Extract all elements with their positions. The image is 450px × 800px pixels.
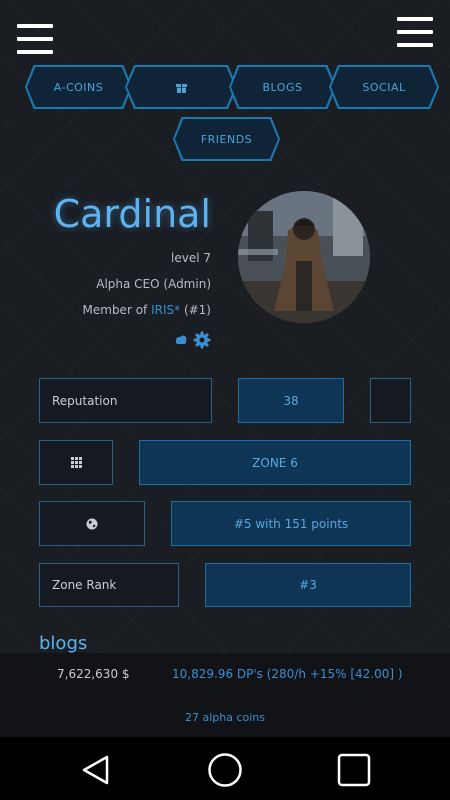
points-value: #5 with 151 points bbox=[233, 516, 349, 531]
avatar[interactable] bbox=[238, 191, 370, 323]
reputation-value-button[interactable]: 38 bbox=[238, 378, 344, 423]
member-prefix: Member of bbox=[82, 303, 152, 317]
reputation-label: Reputation bbox=[52, 393, 118, 408]
dp-balance: 10,829.96 DP's (280/h +15% [42.00] ) bbox=[172, 667, 403, 681]
member-suffix: (#1) bbox=[180, 303, 211, 317]
zone-rank-label: Zone Rank bbox=[52, 578, 117, 592]
profile-role: Alpha CEO (Admin) bbox=[96, 277, 211, 291]
tab-blogs[interactable]: BLOGS bbox=[229, 65, 336, 109]
status-bar: 7,622,630 $ 10,829.96 DP's (280/h +15% [… bbox=[0, 653, 450, 737]
tab-social[interactable]: SOCIAL bbox=[329, 65, 439, 109]
zone-grid-box[interactable] bbox=[39, 440, 113, 485]
globe-box[interactable] bbox=[39, 501, 145, 546]
tab-a-coins-label: A-COINS bbox=[27, 67, 130, 107]
tab-gift[interactable] bbox=[125, 65, 237, 109]
menu-right-button[interactable] bbox=[397, 17, 433, 47]
profile-membership: Member of IRIS* (#1) bbox=[0, 303, 211, 317]
profile-actions bbox=[0, 329, 211, 349]
tab-friends-label: FRIENDS bbox=[175, 119, 278, 159]
tab-a-coins[interactable]: A-COINS bbox=[25, 65, 132, 109]
cloud-icon[interactable] bbox=[174, 334, 188, 346]
reputation-value: 38 bbox=[283, 393, 299, 408]
menu-left-button[interactable] bbox=[17, 24, 53, 54]
reputation-extra-box[interactable] bbox=[370, 378, 411, 423]
alpha-coins: 27 alpha coins bbox=[184, 711, 266, 724]
profile-name: Cardinal bbox=[53, 192, 211, 236]
system-nav-bar bbox=[0, 737, 450, 800]
recents-icon[interactable] bbox=[337, 753, 371, 787]
reputation-label-box: Reputation bbox=[39, 378, 212, 423]
avatar-image bbox=[238, 191, 370, 323]
blogs-section-title: blogs bbox=[39, 633, 88, 654]
tab-blogs-label: BLOGS bbox=[231, 67, 334, 107]
back-icon[interactable] bbox=[80, 754, 112, 786]
gift-icon bbox=[175, 83, 187, 93]
money-balance: 7,622,630 $ bbox=[57, 667, 130, 681]
zone-value: ZONE 6 bbox=[252, 455, 298, 470]
member-group-link[interactable]: IRIS* bbox=[151, 303, 180, 317]
tab-social-label: SOCIAL bbox=[331, 67, 437, 107]
zone-rank-label-box: Zone Rank bbox=[39, 563, 179, 607]
home-icon[interactable] bbox=[207, 752, 243, 788]
zone-rank-value: #3 bbox=[299, 578, 317, 592]
zone-rank-button[interactable]: #3 bbox=[205, 563, 411, 607]
tab-friends[interactable]: FRIENDS bbox=[173, 117, 280, 161]
grid-icon bbox=[70, 457, 82, 468]
zone-button[interactable]: ZONE 6 bbox=[139, 440, 411, 485]
points-button[interactable]: #5 with 151 points bbox=[171, 501, 411, 546]
profile-level: level 7 bbox=[171, 251, 211, 265]
globe-icon bbox=[86, 518, 98, 529]
gear-icon[interactable] bbox=[193, 331, 211, 349]
